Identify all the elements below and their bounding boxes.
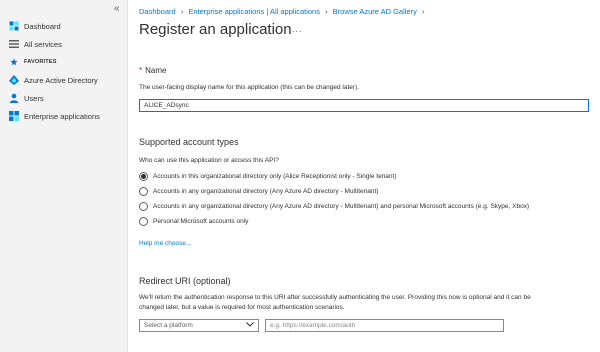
sidebar-item-enterprise-applications[interactable]: Enterprise applications [0,107,127,125]
sidebar-item-users[interactable]: Users [0,89,127,107]
sidebar: « Dashboard All services FAVORITES Azure… [0,0,128,352]
radio-label: Accounts in any organizational directory… [153,202,530,210]
radio-button[interactable] [139,186,148,196]
radio-label: Accounts in any organizational directory… [153,187,379,195]
sidebar-item-dashboard[interactable]: Dashboard [0,17,127,35]
star-icon [9,57,19,67]
sidebar-item-label: Enterprise applications [24,111,100,121]
help-me-choose-link[interactable]: Help me choose... [139,240,191,247]
radio-label: Accounts in this organizational director… [153,172,397,180]
redirect-help-line-1: We'll return the authentication response… [139,294,531,301]
azure-ad-icon [9,75,19,85]
sidebar-item-label: Dashboard [24,21,61,31]
name-label-text: Name [145,66,167,75]
breadcrumb-separator-icon: › [421,7,425,16]
account-types-heading: Supported account types [139,137,239,147]
radio-label: Personal Microsoft accounts only [153,217,249,225]
breadcrumb-enterprise-applications[interactable]: Enterprise applications | All applicatio… [188,7,320,16]
page-title: Register an application [139,21,292,38]
sidebar-item-label: Azure Active Directory [24,75,98,85]
chevron-down-icon [246,322,254,329]
breadcrumb-dashboard[interactable]: Dashboard [139,7,176,16]
name-input-value: ALICE_ADsync [144,102,189,109]
platform-select-value: Select a platform [144,322,193,329]
name-help-text: The user-facing display name for this ap… [139,84,360,91]
breadcrumb-separator-icon: › [324,7,328,16]
platform-select[interactable]: Select a platform [139,319,259,332]
breadcrumb-separator-icon: › [180,7,184,16]
sidebar-item-label: Users [24,93,44,103]
apps-icon [9,111,19,121]
favorites-heading: FAVORITES [24,59,57,65]
redirect-uri-heading: Redirect URI (optional) [139,276,231,286]
radio-button[interactable] [139,216,148,226]
users-icon [9,93,19,103]
sidebar-item-label: All services [24,39,62,49]
breadcrumb: Dashboard › Enterprise applications | Al… [139,7,430,16]
account-type-option-multitenant[interactable]: Accounts in any organizational directory… [139,185,378,197]
required-marker: * [139,66,143,75]
name-label: * Name [139,66,166,75]
collapse-sidebar-icon[interactable]: « [114,3,120,14]
sidebar-item-all-services[interactable]: All services [0,35,127,53]
account-type-option-multitenant-personal[interactable]: Accounts in any organizational directory… [139,200,529,212]
radio-button[interactable] [139,171,148,181]
account-type-option-personal-only[interactable]: Personal Microsoft accounts only [139,215,248,227]
account-type-option-single-tenant[interactable]: Accounts in this organizational director… [139,170,397,182]
more-options-button[interactable]: ... [292,24,303,34]
sidebar-item-azure-active-directory[interactable]: Azure Active Directory [0,71,127,89]
sidebar-section-favorites: FAVORITES [0,53,127,71]
redirect-uri-input[interactable]: e.g. https://example.com/auth [265,319,504,332]
account-types-question: Who can use this application or access t… [139,157,279,164]
redirect-help-line-2: changed later, but a value is required f… [139,304,345,311]
name-input[interactable]: ALICE_ADsync [139,99,589,112]
dashboard-icon [9,21,19,31]
list-icon [9,39,19,49]
redirect-uri-placeholder: e.g. https://example.com/auth [270,322,356,329]
breadcrumb-browse-gallery[interactable]: Browse Azure AD Gallery [333,7,417,16]
radio-button[interactable] [139,201,148,211]
